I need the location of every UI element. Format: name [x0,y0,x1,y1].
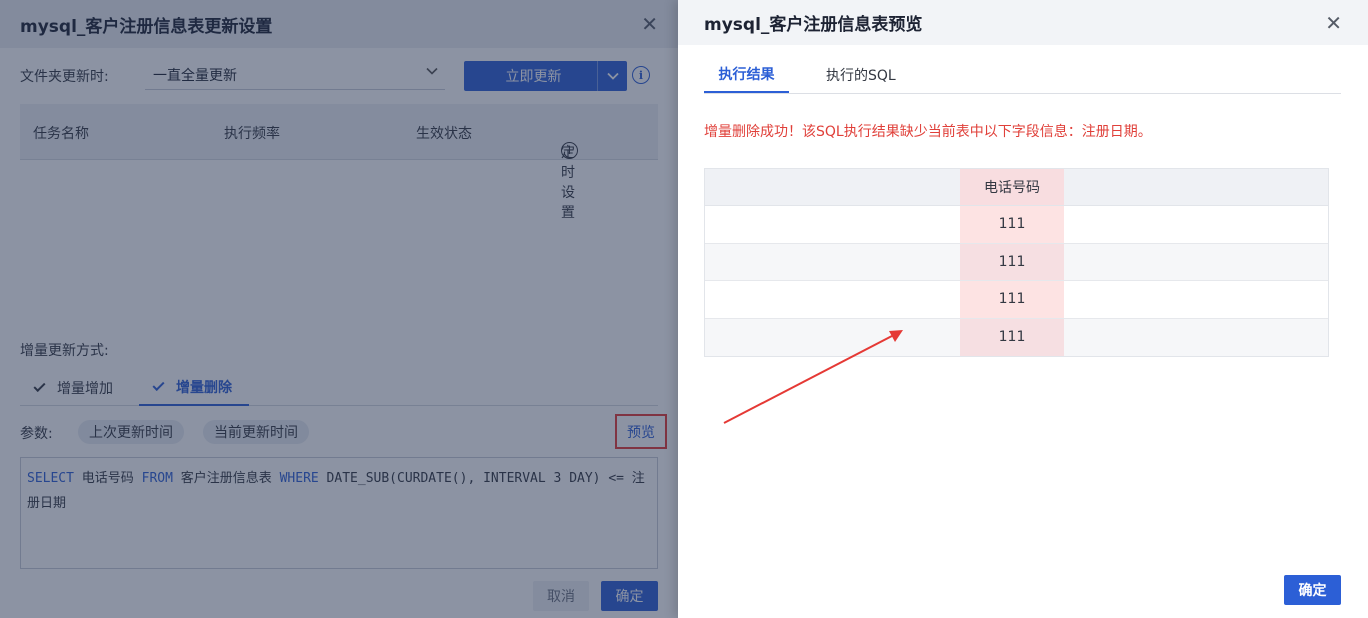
tab-label: 执行结果 [718,66,775,83]
col-status: 生效状态 [416,126,472,142]
tab-executed-sql[interactable]: 执行的SQL [814,56,908,93]
table-row: 111 [705,318,1328,356]
info-icon[interactable]: i [632,66,650,84]
table-header-row: 电话号码 [705,169,1328,206]
preview-label: 预览 [627,424,655,441]
incremental-tabs: 增量增加 增量删除 [20,370,658,406]
param-chip-current-update[interactable]: 当前更新时间 [203,420,309,444]
sql-editor[interactable]: SELECT 电话号码 FROM 客户注册信息表 WHERE DATE_SUB(… [20,457,658,569]
table-cell: 111 [960,206,1064,243]
close-icon[interactable]: ✕ [641,14,658,34]
task-table-header: 任务名称 执行频率 生效状态 + 定时设置 [20,104,658,221]
folder-update-select[interactable]: 一直全量更新 [145,60,445,90]
sql-keyword: FROM [141,471,173,486]
panel-title: mysql_客户注册信息表预览 [704,15,923,35]
table-cell: 111 [960,318,1064,356]
chevron-down-icon [425,64,439,82]
sql-keyword: WHERE [279,471,319,486]
tab-incremental-add[interactable]: 增量增加 [20,370,138,406]
column-header: 电话号码 [960,169,1064,205]
tab-label: 增量增加 [57,381,113,397]
tab-label: 执行的SQL [826,67,896,84]
update-now-button[interactable]: 立即更新 [464,61,627,91]
table-cell: 111 [960,281,1064,318]
sql-text: 客户注册信息表 [172,471,280,486]
table-row: 111 [705,281,1328,319]
table-row: 111 [705,206,1328,244]
tab-label: 增量删除 [176,380,232,396]
result-table: 电话号码 111 111 111 111 [704,168,1329,357]
params-label: 参数: [20,426,53,442]
preview-panel: mysql_客户注册信息表预览 ✕ 执行结果 执行的SQL 增量删除成功！该SQ… [678,0,1368,618]
update-now-label: 立即更新 [505,69,562,85]
chevron-down-icon[interactable] [597,61,627,91]
schedule-label: 定时设置 [561,145,575,221]
sql-keyword: SELECT [27,471,74,486]
tab-incremental-delete[interactable]: 增量删除 [139,370,249,406]
folder-update-value: 一直全量更新 [153,67,237,84]
folder-update-label: 文件夹更新时: [20,69,109,85]
param-chip-last-update[interactable]: 上次更新时间 [78,420,184,444]
update-settings-dialog: mysql_客户注册信息表更新设置 ✕ 文件夹更新时: 一直全量更新 立即更新 … [0,0,678,618]
check-icon [33,379,46,393]
confirm-label: 确定 [1298,583,1327,599]
result-message: 增量删除成功！该SQL执行结果缺少当前表中以下字段信息：注册日期。 [704,124,1152,140]
incremental-mode-label: 增量更新方式: [20,343,109,359]
preview-link[interactable]: 预览 [615,414,667,449]
table-row: 111 [705,243,1328,281]
close-icon[interactable]: ✕ [1325,13,1342,33]
dialog-title: mysql_客户注册信息表更新设置 [20,16,273,37]
cancel-button[interactable]: 取消 [533,581,589,611]
check-icon [152,378,165,392]
confirm-button[interactable]: 确定 [1284,575,1341,605]
col-frequency: 执行频率 [224,126,280,142]
dialog-header: mysql_客户注册信息表更新设置 ✕ [0,0,678,48]
col-task-name: 任务名称 [33,126,89,142]
confirm-button[interactable]: 确定 [601,581,658,611]
table-cell: 111 [960,243,1064,280]
cancel-label: 取消 [547,589,575,605]
panel-header: mysql_客户注册信息表预览 ✕ [678,0,1368,45]
preview-tabs: 执行结果 执行的SQL [704,56,1341,94]
confirm-label: 确定 [615,589,644,605]
sql-text: 电话号码 [73,471,142,486]
tab-execution-result[interactable]: 执行结果 [704,56,789,93]
